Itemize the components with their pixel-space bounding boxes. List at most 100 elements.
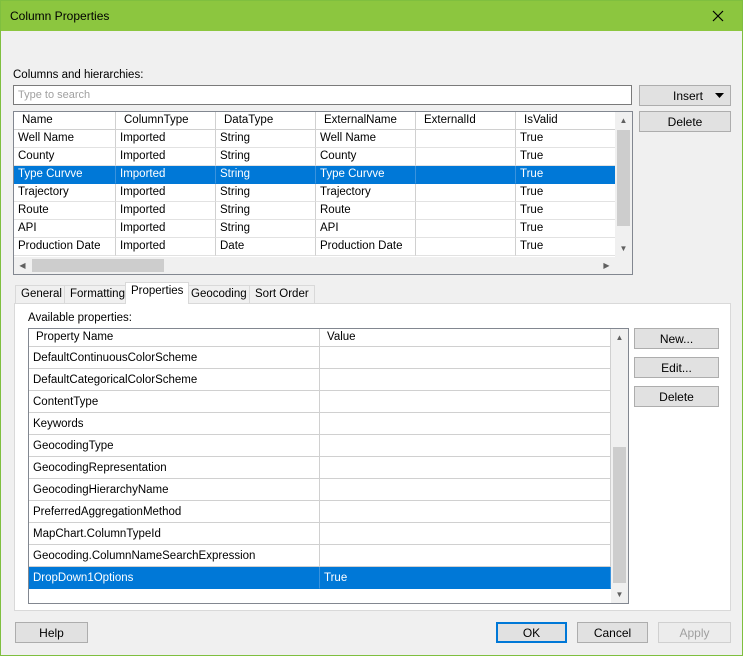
scroll-down-icon[interactable]: ▼ [611,586,628,603]
cell [416,202,516,220]
column-row-selected[interactable]: Type Curvve Imported String Type Curvve … [14,166,616,184]
col-header-property-name[interactable]: Property Name [29,329,320,347]
close-button[interactable] [696,1,740,31]
insert-button[interactable]: Insert [639,85,731,106]
cell: String [216,148,316,166]
cell [416,166,516,184]
scroll-thumb[interactable] [613,447,626,583]
col-header-name[interactable]: Name [14,112,116,130]
column-row[interactable]: Trajectory Imported String Trajectory Tr… [14,184,616,202]
property-row[interactable]: DefaultCategoricalColorScheme [29,369,611,391]
property-name-cell: Geocoding.ColumnNameSearchExpression [29,545,320,567]
cell: Trajectory [316,184,416,202]
cell: Imported [116,202,216,220]
col-header-value[interactable]: Value [320,329,611,347]
property-value-cell [320,435,611,457]
scrollbar-corner [615,257,632,274]
delete-column-button[interactable]: Delete [639,111,731,132]
available-properties-label: Available properties: [28,312,132,324]
cell: String [216,166,316,184]
property-row-selected[interactable]: DropDown1Options True [29,567,611,589]
edit-property-button-label: Edit... [661,360,692,375]
ok-button[interactable]: OK [496,622,567,643]
title-bar: Column Properties [1,1,742,31]
delete-property-button[interactable]: Delete [634,386,719,407]
column-properties-dialog: Column Properties Columns and hierarchie… [0,0,743,656]
cell [416,238,516,256]
tab-general[interactable]: General [15,285,68,303]
search-input[interactable] [13,85,632,105]
scroll-thumb[interactable] [617,130,630,226]
property-value-cell [320,347,611,369]
cell: Type Curvve [316,166,416,184]
ok-button-label: OK [522,625,541,640]
scroll-up-icon[interactable]: ▲ [615,112,632,129]
insert-button-label: Insert [672,88,703,103]
delete-property-button-label: Delete [659,389,694,404]
columns-horizontal-scrollbar[interactable]: ◀ ▶ [14,257,615,274]
cell: County [316,148,416,166]
property-row[interactable]: Keywords [29,413,611,435]
col-header-externalname[interactable]: ExternalName [316,112,416,130]
col-header-isvalid[interactable]: IsValid [516,112,616,130]
property-name-cell: Keywords [29,413,320,435]
tab-properties[interactable]: Properties [125,282,190,304]
scroll-left-icon[interactable]: ◀ [14,257,31,274]
property-row[interactable]: Geocoding.ColumnNameSearchExpression [29,545,611,567]
property-value-cell [320,413,611,435]
cell: True [516,220,616,238]
cell: String [216,202,316,220]
col-header-datatype[interactable]: DataType [216,112,316,130]
cell [416,148,516,166]
column-row[interactable]: Route Imported String Route True [14,202,616,220]
property-value-cell [320,501,611,523]
scroll-thumb[interactable] [32,259,164,272]
property-row[interactable]: ContentType [29,391,611,413]
properties-vertical-scrollbar[interactable]: ▲ ▼ [611,329,628,603]
column-row[interactable]: Well Name Imported String Well Name True [14,130,616,148]
cancel-button[interactable]: Cancel [577,622,648,643]
property-value-cell [320,369,611,391]
col-header-externalid[interactable]: ExternalId [416,112,516,130]
property-name-cell: ContentType [29,391,320,413]
property-row[interactable]: GeocodingRepresentation [29,457,611,479]
property-value-cell: True [320,567,611,589]
tab-formatting[interactable]: Formatting [64,285,131,303]
cell: True [516,184,616,202]
cell: String [216,220,316,238]
property-row[interactable]: GeocodingHierarchyName [29,479,611,501]
cell: String [216,184,316,202]
new-property-button[interactable]: New... [634,328,719,349]
property-name-cell: DefaultContinuousColorScheme [29,347,320,369]
columns-vertical-scrollbar[interactable]: ▲ ▼ [615,112,632,257]
property-row[interactable]: DefaultContinuousColorScheme [29,347,611,369]
columns-grid-header: Name ColumnType DataType ExternalName Ex… [14,112,616,130]
scroll-right-icon[interactable]: ▶ [598,257,615,274]
column-row[interactable]: Production Date Imported Date Production… [14,238,616,256]
property-row[interactable]: PreferredAggregationMethod [29,501,611,523]
scroll-up-icon[interactable]: ▲ [611,329,628,346]
property-value-cell [320,545,611,567]
property-value-cell [320,479,611,501]
property-row[interactable]: GeocodingType [29,435,611,457]
col-header-columntype[interactable]: ColumnType [116,112,216,130]
cell: County [14,148,116,166]
delete-column-button-label: Delete [667,114,703,129]
help-button[interactable]: Help [15,622,88,643]
cell: True [516,166,616,184]
cell: Date [216,238,316,256]
cell: True [516,148,616,166]
scroll-down-icon[interactable]: ▼ [615,240,632,257]
property-name-cell: GeocodingType [29,435,320,457]
tab-geocoding[interactable]: Geocoding [185,285,253,303]
property-value-cell [320,391,611,413]
apply-button[interactable]: Apply [658,622,731,643]
column-row[interactable]: County Imported String County True [14,148,616,166]
window-title: Column Properties [10,9,110,23]
property-row[interactable]: MapChart.ColumnTypeId [29,523,611,545]
cell: String [216,130,316,148]
tab-sort-order[interactable]: Sort Order [249,285,315,303]
edit-property-button[interactable]: Edit... [634,357,719,378]
cell: Route [14,202,116,220]
column-row[interactable]: API Imported String API True [14,220,616,238]
